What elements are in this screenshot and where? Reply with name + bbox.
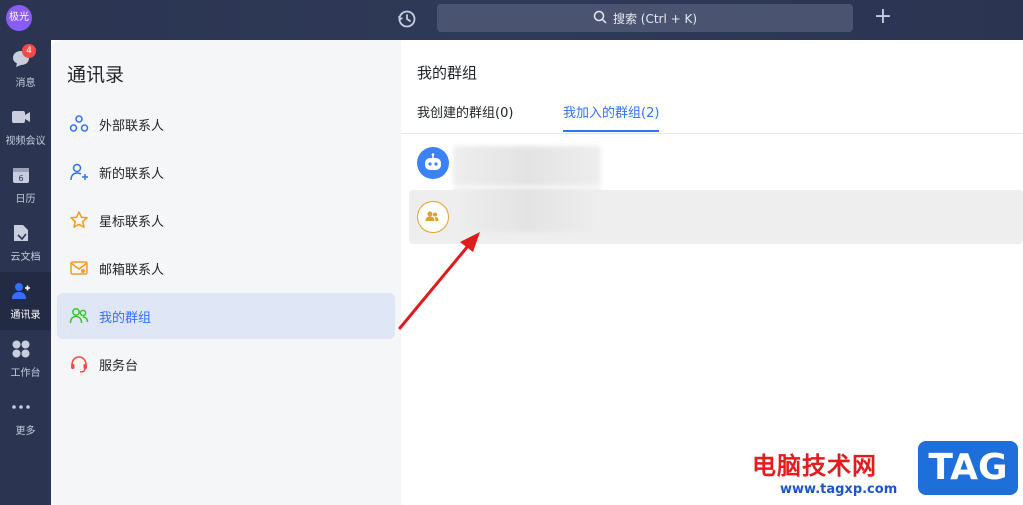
main-content: 我的群组 我创建的群组(0) 我加入的群组(2) [401, 40, 1023, 505]
rail-label: 视频会议 [5, 136, 46, 147]
mail-contact-icon [69, 258, 89, 278]
blurred-group-name [453, 188, 601, 232]
search-icon [593, 10, 607, 27]
calendar-day: 6 [18, 174, 23, 183]
star-icon [69, 210, 89, 230]
page-title: 我的群组 [417, 64, 478, 82]
rail-item-cloud-docs[interactable]: 云文档 [0, 214, 51, 272]
blurred-group-name [453, 146, 601, 186]
nav-item-mail-contacts[interactable]: 邮箱联系人 [57, 245, 395, 291]
external-contacts-icon [69, 114, 89, 134]
app-rail: 4 消息 视频会议 6 日历 云文档 通讯录 工作台 更多 [0, 40, 51, 505]
nav-item-starred-contacts[interactable]: 星标联系人 [57, 197, 395, 243]
calendar-icon: 6 [10, 164, 32, 186]
nav-item-external-contacts[interactable]: 外部联系人 [57, 101, 395, 147]
rail-item-messages[interactable]: 4 消息 [0, 40, 51, 98]
group-avatar [417, 201, 449, 233]
panel-title: 通讯录 [67, 64, 125, 86]
rail-item-video-meeting[interactable]: 视频会议 [0, 98, 51, 156]
search-label: 搜索 (Ctrl + K) [612, 11, 698, 26]
nav-label: 星标联系人 [99, 214, 165, 230]
nav-label: 我的群组 [99, 310, 152, 326]
history-icon[interactable] [396, 8, 418, 30]
top-bar: 极光 搜索 (Ctrl + K) + [0, 0, 1023, 40]
search-bar[interactable]: 搜索 (Ctrl + K) [437, 4, 853, 32]
apps-icon [10, 338, 32, 360]
tab-joined-groups[interactable]: 我加入的群组(2) [563, 102, 660, 132]
tab-divider [401, 133, 1023, 134]
plus-button[interactable]: + [872, 6, 894, 29]
nav-label: 新的联系人 [99, 166, 165, 182]
video-icon [10, 106, 32, 128]
watermark-url: www.tagxp.com [780, 482, 898, 497]
watermark-tag-logo: TAG [918, 441, 1018, 495]
rail-label: 工作台 [10, 368, 41, 379]
nav-label: 服务台 [99, 358, 139, 374]
group-row[interactable] [409, 188, 1023, 244]
rail-label: 更多 [15, 426, 36, 437]
more-icon [10, 396, 32, 418]
doc-icon [10, 222, 32, 244]
group-row[interactable] [409, 136, 1023, 190]
nav-item-new-contacts[interactable]: 新的联系人 [57, 149, 395, 195]
rail-item-more[interactable]: 更多 [0, 388, 51, 446]
unread-badge: 4 [22, 44, 36, 58]
contacts-icon [10, 280, 32, 302]
nav-item-my-groups[interactable]: 我的群组 [57, 293, 395, 339]
nav-label: 邮箱联系人 [99, 262, 165, 278]
watermark-site-name: 电脑技术网 [752, 452, 877, 480]
group-icon [69, 306, 89, 326]
rail-item-calendar[interactable]: 6 日历 [0, 156, 51, 214]
nav-item-help-desk[interactable]: 服务台 [57, 341, 395, 387]
rail-label: 通讯录 [10, 310, 41, 321]
nav-label: 外部联系人 [99, 118, 165, 134]
rail-label: 日历 [15, 194, 36, 205]
rail-item-workbench[interactable]: 工作台 [0, 330, 51, 388]
user-avatar[interactable]: 极光 [6, 5, 32, 31]
rail-label: 云文档 [10, 252, 41, 263]
headset-icon [69, 354, 89, 374]
rail-item-contacts[interactable]: 通讯录 [0, 272, 51, 330]
tab-created-groups[interactable]: 我创建的群组(0) [417, 102, 513, 132]
contacts-panel: 通讯录 外部联系人 新的联系人 星标联系人 邮箱联系人 我的群组 服务台 [51, 40, 401, 505]
bot-group-avatar [417, 147, 449, 179]
add-contact-icon [69, 162, 89, 182]
rail-label: 消息 [15, 78, 36, 89]
